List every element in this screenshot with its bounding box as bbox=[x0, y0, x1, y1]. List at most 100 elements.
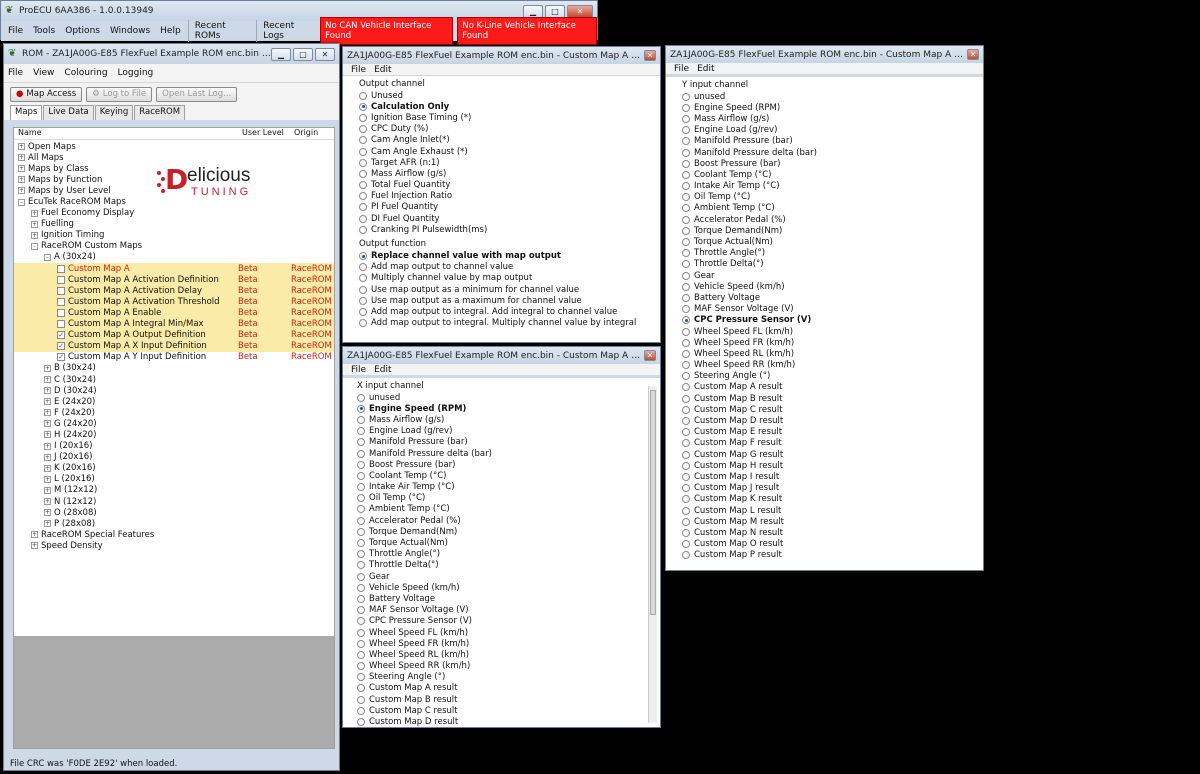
output-function-option-replace-channel-value-with-map-output[interactable]: Replace channel value with map output bbox=[359, 250, 660, 261]
x-input-radio-button[interactable] bbox=[357, 483, 365, 492]
y-input-radio-button[interactable] bbox=[682, 170, 690, 179]
tree-row[interactable]: + C (30x24) bbox=[14, 374, 334, 385]
y-input-option-custom-map-a-result[interactable]: Custom Map A result bbox=[682, 382, 983, 393]
output-channel-option-cam-angle-exhaust[interactable]: Cam Angle Exhaust (*) bbox=[359, 146, 660, 157]
expand-icon[interactable]: + bbox=[44, 464, 51, 472]
x-input-option-custom-map-a-result[interactable]: Custom Map A result bbox=[357, 683, 660, 694]
y-input-menu-edit[interactable]: Edit bbox=[697, 64, 714, 74]
map-access-button[interactable]: ● Map Access bbox=[10, 86, 83, 102]
output-channel-radio-button[interactable] bbox=[359, 102, 367, 111]
y-input-radio-button[interactable] bbox=[682, 159, 690, 168]
x-input-menu-edit[interactable]: Edit bbox=[374, 365, 391, 375]
output-function-radio-button[interactable] bbox=[359, 296, 367, 305]
y-input-radio-button[interactable] bbox=[682, 103, 690, 112]
map-checkbox[interactable]: ✓ bbox=[57, 342, 65, 351]
output-function-radio-button[interactable] bbox=[359, 319, 367, 328]
x-input-scrollbar[interactable] bbox=[648, 386, 657, 723]
x-input-radio-button[interactable] bbox=[357, 449, 365, 458]
tree-row[interactable]: Custom Map A Enable Beta RaceROM bbox=[14, 307, 334, 319]
y-input-radio-button[interactable] bbox=[682, 316, 690, 325]
y-input-radio-button[interactable] bbox=[682, 551, 690, 560]
expand-icon[interactable]: + bbox=[44, 431, 51, 439]
expand-icon[interactable]: + bbox=[44, 520, 51, 528]
menu-options[interactable]: Options bbox=[62, 25, 103, 37]
output-function-radio-button[interactable] bbox=[359, 252, 367, 261]
collapse-icon[interactable]: - bbox=[18, 198, 25, 206]
tree-row[interactable]: + Fuelling bbox=[14, 219, 334, 230]
rom-close-button[interactable]: ✕ bbox=[315, 47, 335, 61]
rom-minimize-button[interactable]: ▁ bbox=[271, 47, 291, 61]
x-input-option-custom-map-b-result[interactable]: Custom Map B result bbox=[357, 694, 660, 705]
x-input-option-battery-voltage[interactable]: Battery Voltage bbox=[357, 593, 660, 604]
y-input-option-cpc-pressure-sensor-v[interactable]: CPC Pressure Sensor (V) bbox=[682, 315, 983, 326]
y-input-radio-button[interactable] bbox=[682, 260, 690, 269]
y-input-radio-button[interactable] bbox=[682, 540, 690, 549]
output-channel-option-calculation-only[interactable]: Calculation Only bbox=[359, 101, 660, 112]
expand-icon[interactable]: + bbox=[31, 209, 38, 217]
y-input-option-maf-sensor-voltage-v[interactable]: MAF Sensor Voltage (V) bbox=[682, 304, 983, 315]
x-input-radio-button[interactable] bbox=[357, 673, 365, 682]
expand-icon[interactable]: + bbox=[18, 154, 25, 162]
y-input-radio-button[interactable] bbox=[682, 305, 690, 314]
output-channel-radio-button[interactable] bbox=[359, 147, 367, 156]
x-input-option-wheel-speed-rr-km-h[interactable]: Wheel Speed RR (km/h) bbox=[357, 661, 660, 672]
y-input-option-custom-map-i-result[interactable]: Custom Map I result bbox=[682, 471, 983, 482]
tree-row[interactable]: Custom Map A Activation Definition Beta Ra… bbox=[14, 274, 334, 286]
output-function-option-add-map-output-to-integral-multiply-channel-value-by-integral[interactable]: Add map output to integral. Multiply cha… bbox=[359, 318, 660, 329]
y-input-radio-button[interactable] bbox=[682, 215, 690, 224]
x-input-option-cpc-pressure-sensor-v[interactable]: CPC Pressure Sensor (V) bbox=[357, 616, 660, 627]
output-def-close-button[interactable]: ✕ bbox=[644, 50, 656, 61]
tree-row[interactable]: + P (28x08) bbox=[14, 518, 334, 529]
expand-icon[interactable]: + bbox=[31, 542, 38, 550]
tree-row[interactable]: ✓ Custom Map A Output Definition Beta RaceR… bbox=[14, 329, 334, 341]
tree-row[interactable]: + Speed Density bbox=[14, 540, 334, 551]
y-input-radio-button[interactable] bbox=[682, 204, 690, 213]
y-input-radio-button[interactable] bbox=[682, 383, 690, 392]
x-input-option-engine-speed-rpm[interactable]: Engine Speed (RPM) bbox=[357, 403, 660, 414]
col-name[interactable]: Name bbox=[14, 128, 42, 139]
y-input-radio-button[interactable] bbox=[682, 148, 690, 157]
y-input-option-manifold-pressure-bar[interactable]: Manifold Pressure (bar) bbox=[682, 136, 983, 147]
tree-row[interactable]: + RaceROM Special Features bbox=[14, 529, 334, 540]
x-input-option-boost-pressure-bar[interactable]: Boost Pressure (bar) bbox=[357, 459, 660, 470]
tree-row[interactable]: + I (20x16) bbox=[14, 441, 334, 452]
y-input-option-throttle-delta[interactable]: Throttle Delta(°) bbox=[682, 259, 983, 270]
x-input-radio-button[interactable] bbox=[357, 527, 365, 536]
y-input-option-wheel-speed-fr-km-h[interactable]: Wheel Speed FR (km/h) bbox=[682, 337, 983, 348]
x-input-radio-button[interactable] bbox=[357, 684, 365, 693]
tree-row[interactable]: + N (12x12) bbox=[14, 496, 334, 507]
x-input-radio-button[interactable] bbox=[357, 494, 365, 503]
y-input-option-wheel-speed-rr-km-h[interactable]: Wheel Speed RR (km/h) bbox=[682, 360, 983, 371]
y-input-radio-button[interactable] bbox=[682, 472, 690, 481]
x-input-radio-button[interactable] bbox=[357, 628, 365, 637]
y-input-radio-button[interactable] bbox=[682, 495, 690, 504]
output-channel-option-cranking-pi-pulsewidth-ms[interactable]: Cranking PI Pulsewidth(ms) bbox=[359, 224, 660, 235]
output-channel-option-pi-fuel-quantity[interactable]: PI Fuel Quantity bbox=[359, 202, 660, 213]
y-input-close-button[interactable]: ✕ bbox=[967, 49, 979, 60]
x-input-option-throttle-delta[interactable]: Throttle Delta(°) bbox=[357, 560, 660, 571]
tree-row[interactable]: Custom Map A Integral Min/Max Beta RaceROM bbox=[14, 318, 334, 330]
x-input-scroll-thumb[interactable] bbox=[650, 390, 656, 615]
y-input-radio-button[interactable] bbox=[682, 372, 690, 381]
x-input-option-coolant-temp-c[interactable]: Coolant Temp (°C) bbox=[357, 470, 660, 481]
open-last-log-button[interactable]: Open Last Log... bbox=[156, 86, 238, 102]
y-input-radio-button[interactable] bbox=[682, 528, 690, 537]
tree-row[interactable]: Custom Map A Activation Threshold Beta Rac… bbox=[14, 296, 334, 308]
y-input-radio-button[interactable] bbox=[682, 405, 690, 414]
y-input-option-engine-speed-rpm[interactable]: Engine Speed (RPM) bbox=[682, 102, 983, 113]
x-input-option-manifold-pressure-bar[interactable]: Manifold Pressure (bar) bbox=[357, 437, 660, 448]
map-checkbox[interactable]: ✓ bbox=[57, 353, 65, 362]
y-input-option-custom-map-e-result[interactable]: Custom Map E result bbox=[682, 427, 983, 438]
y-input-option-wheel-speed-rl-km-h[interactable]: Wheel Speed RL (km/h) bbox=[682, 348, 983, 359]
y-input-radio-button[interactable] bbox=[682, 282, 690, 291]
tree-row[interactable]: Custom Map A Activation Delay Beta RaceROM bbox=[14, 285, 334, 297]
x-input-radio-button[interactable] bbox=[357, 606, 365, 615]
expand-icon[interactable]: + bbox=[44, 420, 51, 428]
tree-row[interactable]: + Ignition Timing bbox=[14, 230, 334, 241]
output-function-option-use-map-output-as-a-minimum-for-channel-value[interactable]: Use map output as a minimum for channel … bbox=[359, 284, 660, 295]
y-input-option-custom-map-l-result[interactable]: Custom Map L result bbox=[682, 505, 983, 516]
y-input-option-custom-map-g-result[interactable]: Custom Map G result bbox=[682, 449, 983, 460]
tab-racerom[interactable]: RaceROM bbox=[134, 105, 186, 120]
output-channel-radio-button[interactable] bbox=[359, 136, 367, 145]
output-function-option-multiply-channel-value-by-map-output[interactable]: Multiply channel value by map output bbox=[359, 273, 660, 284]
